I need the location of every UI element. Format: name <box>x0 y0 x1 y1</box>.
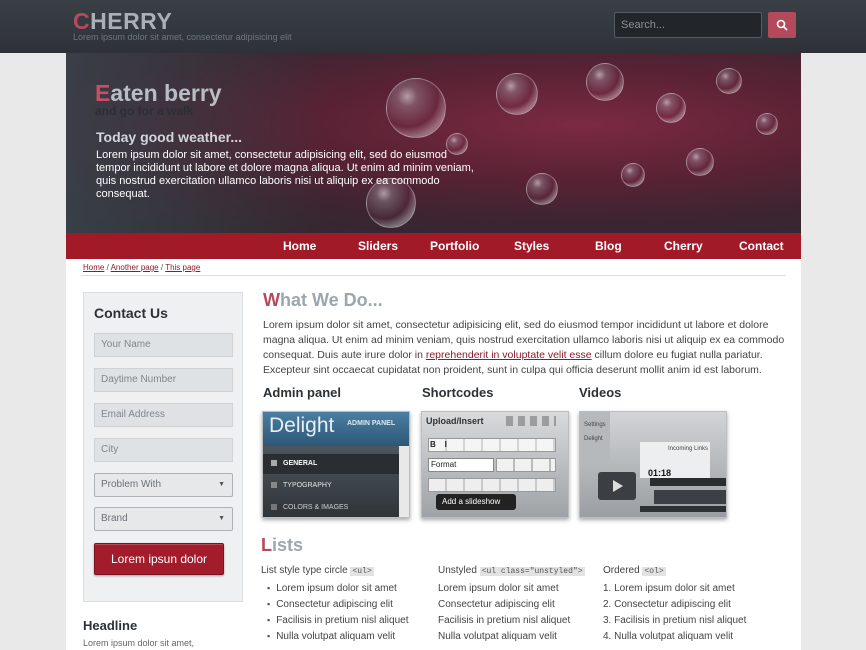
nav-item-contact[interactable]: Contact <box>739 239 784 253</box>
list-item: 4. Nulla volutpat aliquam velit <box>603 631 734 642</box>
list-item: Consectetur adipiscing elit <box>438 599 555 610</box>
section-title: What We Do... <box>263 290 383 310</box>
list-head-circle: List style type circle <ul> <box>261 565 374 576</box>
hero-bubble <box>656 93 686 123</box>
list-item: Consectetur adipiscing elit <box>261 598 408 614</box>
nav-item-portfolio[interactable]: Portfolio <box>430 239 479 253</box>
name-field[interactable]: Your Name <box>94 333 233 357</box>
hero-title: Eaten berry <box>95 80 222 106</box>
feature-title-shortcodes: Shortcodes <box>422 385 494 400</box>
email-field[interactable]: Email Address <box>94 403 233 427</box>
main-nav: Home Sliders Portfolio Styles Blog Cherr… <box>66 233 801 259</box>
hero-bubble <box>496 73 538 115</box>
search-icon <box>776 19 788 31</box>
site-tagline: Lorem ipsum dolor sit amet, consectetur … <box>73 32 292 42</box>
phone-field[interactable]: Daytime Number <box>94 368 233 392</box>
breadcrumb: Home / Another page / This page <box>83 263 201 272</box>
list-item: Nulla volutpat aliquam velit <box>261 630 408 646</box>
nav-item-sliders[interactable]: Sliders <box>358 239 398 253</box>
list-head-unstyled: Unstyled <ul class="unstyled"> <box>438 565 585 576</box>
breadcrumb-another[interactable]: Another page <box>111 263 159 272</box>
submit-button[interactable]: Lorem ipsun dolor <box>94 543 224 575</box>
breadcrumb-home[interactable]: Home <box>83 263 104 272</box>
problem-select[interactable]: Problem With ▼ <box>94 473 233 497</box>
contact-form: Contact Us Your Name Daytime Number Emai… <box>83 292 243 602</box>
hero-bubble <box>586 63 624 101</box>
chevron-down-icon: ▼ <box>218 481 225 488</box>
list-item: Nulla volutpat aliquam velit <box>438 631 557 642</box>
search-input[interactable] <box>614 12 762 38</box>
hero-bubble <box>686 148 714 176</box>
feature-title-admin: Admin panel <box>263 385 342 400</box>
thumbnail-videos[interactable]: Settings Delight Incoming Links 01:18 <box>579 411 727 518</box>
list-item: Lorem ipsum dolor sit amet <box>261 582 408 598</box>
hero-bubble <box>716 68 742 94</box>
top-bar: CHERRY Lorem ipsum dolor sit amet, conse… <box>0 0 866 53</box>
list-unstyled: Lorem ipsum dolor sit amet Consectetur a… <box>438 582 570 646</box>
list-item: Facilisis in pretium nisl aliquet <box>438 615 571 626</box>
nav-item-home[interactable]: Home <box>283 239 316 253</box>
list-item: Lorem ipsum dolor sit amet <box>438 583 559 594</box>
breadcrumb-divider <box>81 275 786 276</box>
city-field[interactable]: City <box>94 438 233 462</box>
hero-bubble <box>756 113 778 135</box>
sidebar-headline-text: Lorem ipsum dolor sit amet, <box>83 638 195 648</box>
breadcrumb-current[interactable]: This page <box>165 263 200 272</box>
section-text: Lorem ipsum dolor sit amet, consectetur … <box>263 319 785 376</box>
play-icon[interactable] <box>598 472 636 500</box>
site-logo[interactable]: CHERRY <box>73 8 172 35</box>
sidebar-headline: Headline <box>83 618 138 633</box>
list-circle: Lorem ipsum dolor sit amet Consectetur a… <box>261 582 408 646</box>
hero-bubble <box>526 173 558 205</box>
list-head-ordered: Ordered <ol> <box>603 565 666 576</box>
nav-item-blog[interactable]: Blog <box>595 239 622 253</box>
hero-text: Lorem ipsum dolor sit amet, consectetur … <box>96 149 474 200</box>
nav-item-cherry[interactable]: Cherry <box>664 239 703 253</box>
list-item: 2. Consectetur adipiscing elit <box>603 599 731 610</box>
thumbnail-admin-panel[interactable]: Delight ADMIN PANEL GENERAL TYPOGRAPHY C… <box>262 411 410 518</box>
hero-bubble <box>386 78 446 138</box>
feature-title-videos: Videos <box>579 385 622 400</box>
list-item: 1. Lorem ipsum dolor sit amet <box>603 583 735 594</box>
search-button[interactable] <box>768 12 796 38</box>
contact-title: Contact Us <box>94 305 168 321</box>
hero-bubble <box>621 163 645 187</box>
thumbnail-shortcodes[interactable]: Upload/Insert B I Format Add a slideshow <box>421 411 569 518</box>
nav-item-styles[interactable]: Styles <box>514 239 549 253</box>
list-item: Facilisis in pretium nisl aliquet <box>261 614 408 630</box>
lists-title: Lists <box>261 535 304 555</box>
chevron-down-icon: ▼ <box>218 515 225 522</box>
list-item: 3. Facilisis in pretium nisl aliquet <box>603 615 747 626</box>
hero-heading: Today good weather... <box>96 129 242 145</box>
hero-subtitle: and go for a walk <box>95 104 194 118</box>
inline-link[interactable]: reprehenderit in voluptate velit esse <box>426 349 592 361</box>
list-ordered: 1. Lorem ipsum dolor sit amet 2. Consect… <box>603 582 746 646</box>
brand-select[interactable]: Brand ▼ <box>94 507 233 531</box>
